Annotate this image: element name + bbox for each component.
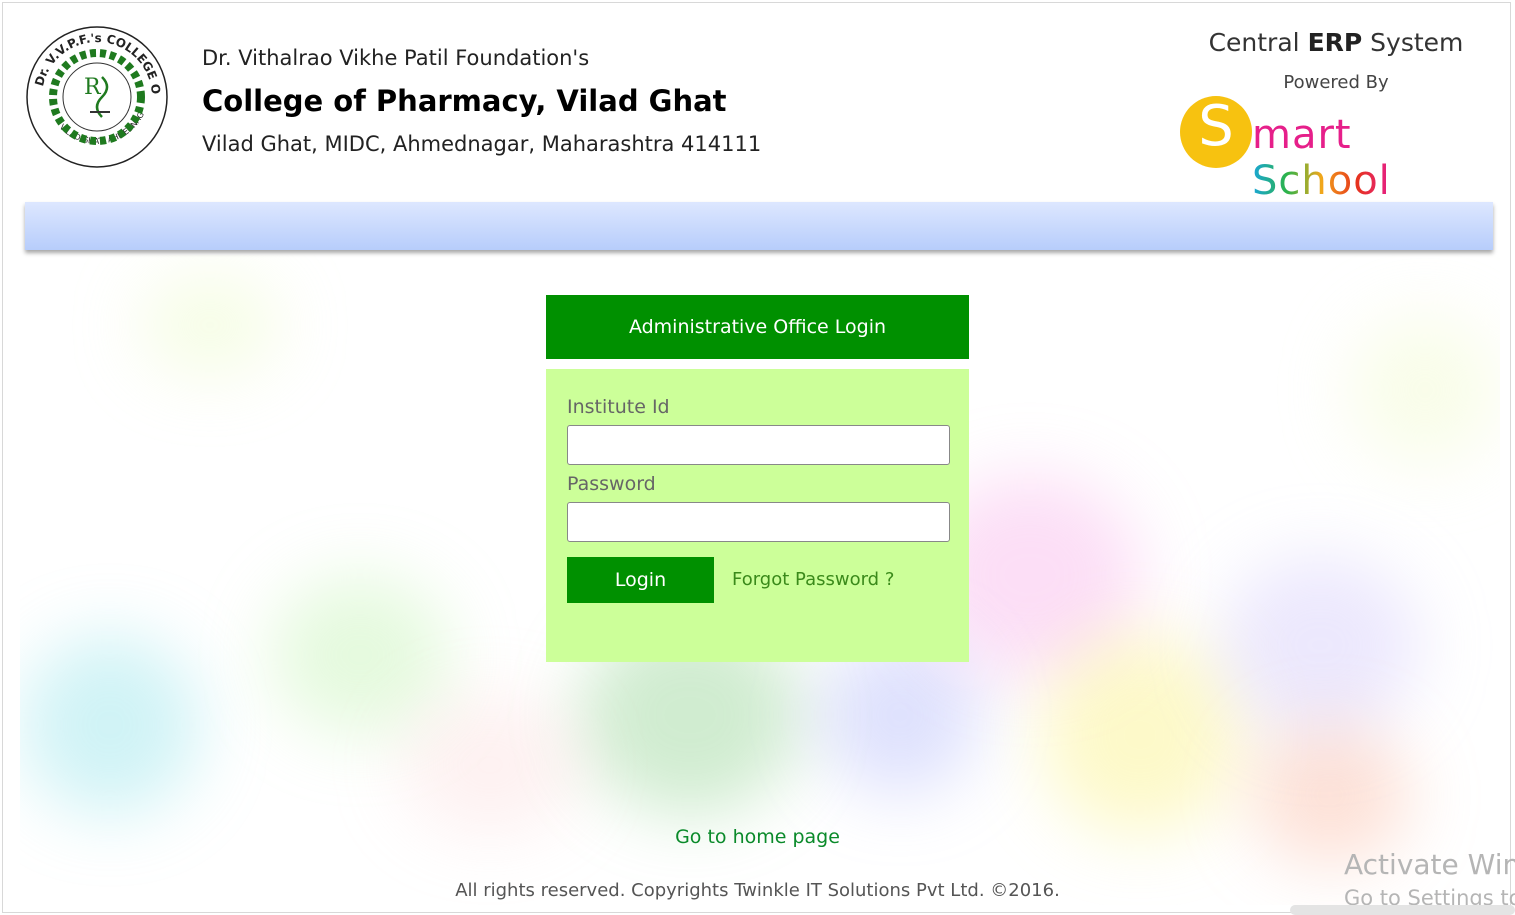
horizontal-scrollbar[interactable] <box>1290 905 1515 915</box>
watermark-clip: Activate Windows Go to Settings to activ… <box>0 0 1515 915</box>
activate-windows-watermark: Activate Windows <box>1344 848 1515 881</box>
